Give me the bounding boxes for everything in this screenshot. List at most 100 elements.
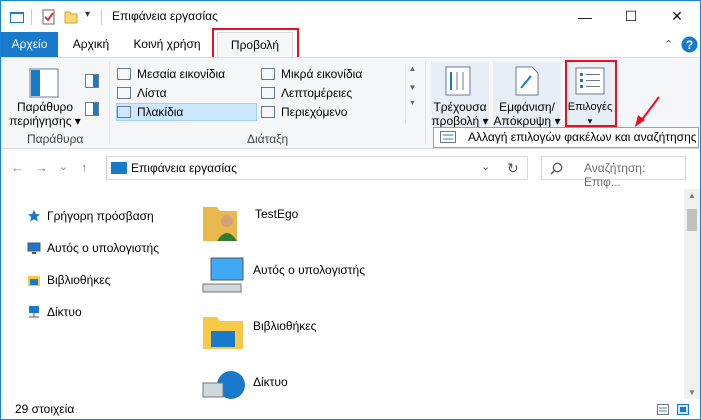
layout-small-icons-label: Μικρά εικονίδια xyxy=(281,67,363,81)
current-view-button[interactable]: Τρέχουσα προβολή ▾ xyxy=(429,100,491,128)
desktop-icon xyxy=(111,162,127,174)
tile-label: Δίκτυο xyxy=(253,375,288,389)
layout-medium-icons[interactable]: Μεσαία εικονίδια xyxy=(117,65,257,83)
nav-item-label: Βιβλιοθήκες xyxy=(47,273,111,287)
content-icon xyxy=(261,106,275,118)
star-icon xyxy=(28,210,40,222)
nav-item-libraries[interactable]: Βιβλιοθήκες xyxy=(27,273,110,287)
maximize-button[interactable]: ☐ xyxy=(608,1,654,32)
nav-item-label: Αυτός ο υπολογιστής xyxy=(47,241,159,255)
libraries-large-icon xyxy=(203,317,243,349)
forward-button[interactable]: → xyxy=(35,160,48,175)
address-bar[interactable]: Επιφάνεια εργασίας ⌄ ↻ xyxy=(106,156,528,180)
address-dropdown-icon[interactable]: ⌄ xyxy=(481,160,490,173)
search-input[interactable]: Αναζήτηση: Επιφ... xyxy=(541,156,686,189)
details-view-icon[interactable] xyxy=(657,404,669,415)
layout-list[interactable]: Λίστα xyxy=(117,84,257,102)
small-icons-icon xyxy=(261,68,275,80)
layout-details-label: Λεπτομέρειες xyxy=(281,86,353,100)
qat-customize-icon[interactable]: ▾ xyxy=(85,9,90,20)
status-bar: 29 στοιχεία xyxy=(1,399,700,419)
details-pane-icon[interactable] xyxy=(85,102,99,116)
network-large-icon xyxy=(202,371,245,399)
tab-home[interactable]: Αρχική xyxy=(61,32,121,57)
svg-text:?: ? xyxy=(686,38,693,52)
current-view-icon xyxy=(445,66,471,96)
tooltip-text: Αλλαγή επιλογών φακέλων και αναζήτησης xyxy=(468,130,697,144)
collapse-ribbon-icon[interactable]: ⌃ xyxy=(664,38,673,51)
panes-group-label: Παράθυρα xyxy=(27,132,84,146)
list-item[interactable] xyxy=(201,369,245,401)
title-separator xyxy=(101,9,102,25)
tile-label: Αυτός ο υπολογιστής xyxy=(253,263,365,277)
highlight-view-tab xyxy=(212,28,299,59)
up-button[interactable]: ↑ xyxy=(81,160,88,175)
list-icon xyxy=(117,87,131,99)
show-hide-line1: Εμφάνιση/ xyxy=(499,100,555,114)
nav-item-network[interactable]: Δίκτυο xyxy=(27,305,82,319)
navigation-pane: Γρήγορη πρόσβαση Αυτός ο υπολογιστής Βιβ… xyxy=(1,187,191,399)
layout-small-icons[interactable]: Μικρά εικονίδια xyxy=(261,65,401,83)
minimize-button[interactable]: — xyxy=(562,1,608,32)
search-icon xyxy=(550,162,563,175)
computer-icon xyxy=(27,242,41,254)
show-hide-icon xyxy=(515,66,539,96)
scroll-thumb[interactable] xyxy=(687,209,697,231)
nav-item-quick-access[interactable]: Γρήγορη πρόσβαση xyxy=(27,209,154,223)
tile-label: TestEgo xyxy=(255,207,299,221)
libraries-icon xyxy=(28,276,40,286)
layout-list-label: Λίστα xyxy=(137,86,167,100)
layout-gallery-scroll[interactable]: ▲ ▼ ▾ xyxy=(405,64,419,124)
vertical-scrollbar[interactable]: ▲ ▼ xyxy=(684,189,700,399)
tile-label: Βιβλιοθήκες xyxy=(253,319,317,333)
tab-share[interactable]: Κοινή χρήση xyxy=(125,32,209,57)
help-icon[interactable]: ? xyxy=(681,36,698,53)
tiles-icon xyxy=(117,106,131,118)
nav-item-this-pc[interactable]: Αυτός ο υπολογιστής xyxy=(27,241,159,255)
medium-icons-icon xyxy=(117,68,131,80)
explorer-window: ▾ Επιφάνεια εργασίας — ☐ ✕ Αρχείο Αρχική… xyxy=(0,0,701,420)
search-placeholder: Αναζήτηση: Επιφ... xyxy=(584,161,646,189)
address-path: Επιφάνεια εργασίας xyxy=(131,161,237,175)
close-button[interactable]: ✕ xyxy=(654,1,700,32)
user-folder-icon xyxy=(203,207,237,241)
tab-file[interactable]: Αρχείο xyxy=(1,32,58,57)
highlight-options-button xyxy=(565,60,617,127)
navigation-pane-button[interactable]: Παράθυρο περιήγησης ▾ xyxy=(9,100,81,128)
recent-locations-button[interactable]: ⌄ xyxy=(59,160,68,173)
new-folder-icon[interactable] xyxy=(63,9,79,25)
details-icon xyxy=(261,87,275,99)
list-item[interactable] xyxy=(201,256,245,296)
scroll-down-icon[interactable]: ▼ xyxy=(684,388,700,397)
layout-details[interactable]: Λεπτομέρειες xyxy=(261,84,401,102)
window-title: Επιφάνεια εργασίας xyxy=(112,9,218,23)
layout-tiles[interactable]: Πλακίδια xyxy=(116,103,257,121)
scroll-up-icon[interactable]: ▲ xyxy=(684,191,700,200)
ribbon-tabs: Αρχείο Αρχική Κοινή χρήση Προβολή ⌃ ? xyxy=(1,28,700,59)
list-item[interactable] xyxy=(201,201,243,245)
network-icon xyxy=(29,306,39,318)
qat-separator xyxy=(31,9,32,25)
navigation-pane-icon xyxy=(29,68,59,98)
show-hide-line2: Απόκρυψη ▾ xyxy=(493,114,561,128)
options-tooltip: Αλλαγή επιλογών φακέλων και αναζήτησης xyxy=(433,127,699,148)
title-bar: ▾ Επιφάνεια εργασίας — ☐ ✕ xyxy=(1,1,700,32)
nav-item-label: Δίκτυο xyxy=(47,305,82,319)
refresh-icon[interactable]: ↻ xyxy=(507,160,519,177)
layout-content-label: Περιεχόμενο xyxy=(281,105,348,119)
layout-medium-icons-label: Μεσαία εικονίδια xyxy=(137,67,226,81)
ribbon-separator xyxy=(425,62,426,144)
properties-icon[interactable] xyxy=(41,9,57,25)
preview-pane-icon[interactable] xyxy=(85,74,99,88)
nav-item-label: Γρήγορη πρόσβαση xyxy=(47,209,154,223)
current-view-line2: προβολή ▾ xyxy=(431,114,489,128)
navigation-bar: ← → ⌄ ↑ Επιφάνεια εργασίας ⌄ ↻ Αναζήτηση… xyxy=(1,151,700,189)
layout-content[interactable]: Περιεχόμενο xyxy=(261,103,401,121)
back-button[interactable]: ← xyxy=(11,160,24,175)
tooltip-options-icon xyxy=(440,131,456,143)
list-item[interactable] xyxy=(201,313,245,353)
show-hide-button[interactable]: Εμφάνιση/ Απόκρυψη ▾ xyxy=(491,100,563,128)
large-icons-view-icon[interactable] xyxy=(677,404,689,415)
annotation-arrow-icon xyxy=(635,96,660,127)
layout-group-label: Διάταξη xyxy=(247,132,289,146)
